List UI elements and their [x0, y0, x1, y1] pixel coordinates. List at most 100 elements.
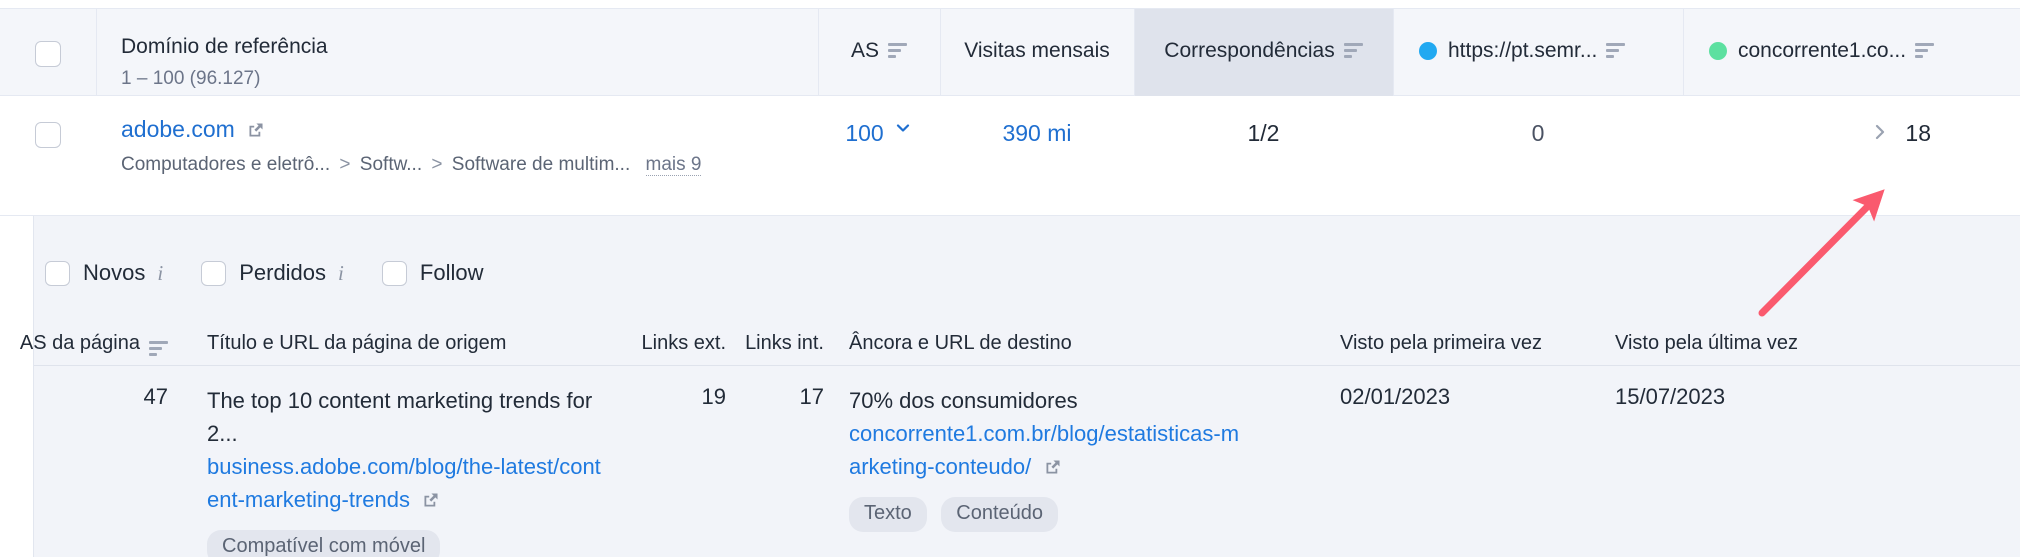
column-header-monthly-visits[interactable]: Visitas mensais — [940, 9, 1134, 97]
competitor-1-value[interactable]: 18 — [1905, 120, 1931, 147]
filter-perdidos[interactable]: Perdidos i — [201, 260, 344, 286]
subcolumn-header-page-as[interactable]: AS da página — [20, 332, 186, 356]
subcolumn-header-int-links: Links int. — [726, 332, 824, 355]
filter-bar: Novos i Perdidos i Follow — [45, 260, 521, 286]
source-page-url[interactable]: business.adobe.com/blog/the-latest/conte… — [207, 454, 601, 512]
column-header-as-label: AS — [850, 39, 879, 62]
first-seen-value: 02/01/2023 — [1340, 384, 1451, 409]
subcolumn-header-first-seen: Visto pela primeira vez — [1244, 332, 1574, 355]
domain-link-wrap[interactable]: adobe.com — [121, 116, 265, 142]
source-page-tags: Compatível com móvel — [207, 530, 608, 557]
filter-follow-checkbox[interactable] — [381, 260, 407, 286]
chevron-right-icon[interactable] — [1871, 121, 1889, 148]
column-header-matches-label: Correspondências — [1164, 39, 1335, 62]
source-page-url-wrap[interactable]: business.adobe.com/blog/the-latest/conte… — [207, 450, 608, 516]
breadcrumb-item-1: Softw... — [359, 154, 423, 175]
source-page-title: The top 10 content marketing trends for … — [207, 388, 593, 446]
subcolumn-header-ext-links-label: Links ext. — [641, 332, 726, 354]
cell-source-page: The top 10 content marketing trends for … — [186, 384, 608, 557]
table-row[interactable]: adobe.com Computadores e eletrô... > Sof… — [0, 96, 2020, 216]
select-all-cell — [0, 9, 96, 97]
monthly-visits-value[interactable]: 390 mi — [1002, 120, 1071, 147]
filter-novos[interactable]: Novos i — [45, 260, 163, 286]
filter-follow[interactable]: Follow — [381, 260, 484, 286]
column-header-competitor-self[interactable]: https://pt.semr... — [1393, 9, 1683, 97]
cell-as[interactable]: 100 — [818, 96, 940, 216]
filter-follow-label: Follow — [419, 260, 484, 285]
select-all-checkbox[interactable] — [35, 41, 61, 67]
last-seen-value: 15/07/2023 — [1615, 384, 1726, 409]
breadcrumb-item-2: Software de multim... — [451, 154, 631, 175]
backlinks-table-screen: Domínio de referência 1 – 100 (96.127) A… — [0, 0, 2020, 557]
table-row: 47 The top 10 content marketing trends f… — [34, 366, 2020, 557]
domain-range-count: 1 – 100 (96.127) — [121, 68, 261, 89]
cell-monthly-visits[interactable]: 390 mi — [940, 96, 1134, 216]
dest-url-wrap[interactable]: concorrente1.com.br/blog/estatisticas-ma… — [849, 417, 1244, 483]
subcolumn-header-ext-links: Links ext. — [608, 332, 726, 355]
tag-mobile-friendly: Compatível com móvel — [207, 530, 441, 557]
cell-page-as: 47 — [34, 384, 186, 410]
expanded-backlinks-panel: Novos i Perdidos i Follow AS da página T… — [0, 216, 2020, 557]
sort-icon[interactable] — [1606, 43, 1626, 58]
column-header-competitor-self-label: https://pt.semr... — [1448, 39, 1598, 62]
competitor-self-value: 0 — [1531, 120, 1545, 146]
breadcrumb: Computadores e eletrô... > Softw... > So… — [121, 154, 702, 176]
tag-conteudo: Conteúdo — [941, 497, 1059, 532]
subcolumn-header-anchor: Âncora e URL de destino — [824, 332, 1244, 355]
filter-perdidos-checkbox[interactable] — [201, 260, 227, 286]
series-dot-icon — [1419, 42, 1437, 60]
sort-icon[interactable] — [149, 340, 168, 356]
column-header-competitor-1-label: concorrente1.co... — [1738, 39, 1907, 62]
subcolumn-header-int-links-label: Links int. — [745, 332, 824, 354]
subcolumn-header-first-seen-label: Visto pela primeira vez — [1340, 332, 1542, 354]
sort-icon[interactable] — [1915, 43, 1935, 58]
info-icon[interactable]: i — [157, 261, 163, 286]
cell-first-seen: 02/01/2023 — [1244, 384, 1574, 410]
sort-icon[interactable] — [888, 43, 907, 58]
subcolumn-header-last-seen-label: Visto pela última vez — [1615, 332, 1799, 354]
external-link-icon[interactable] — [422, 491, 440, 509]
page-as-value: 47 — [143, 384, 168, 409]
cell-anchor-dest: 70% dos consumidores concorrente1.com.br… — [824, 384, 1244, 532]
breadcrumb-more-link[interactable]: mais 9 — [645, 154, 702, 176]
row-checkbox[interactable] — [35, 122, 61, 148]
backlinks-subtable: AS da página Título e URL da página de o… — [20, 322, 2020, 557]
int-links-value: 17 — [799, 384, 824, 409]
filter-perdidos-label: Perdidos — [239, 260, 327, 285]
column-header-domain-label: Domínio de referência — [121, 35, 328, 58]
chevron-down-icon[interactable] — [893, 118, 913, 143]
anchor-tags: Texto Conteúdo — [849, 497, 1244, 532]
row-select-cell — [0, 96, 96, 216]
column-header-matches[interactable]: Correspondências — [1134, 9, 1393, 97]
cell-ext-links: 19 — [608, 384, 726, 410]
subcolumn-header-source: Título e URL da página de origem — [186, 332, 608, 355]
as-value[interactable]: 100 — [845, 120, 883, 147]
info-icon[interactable]: i — [338, 261, 344, 286]
domain-cell: adobe.com Computadores e eletrô... > Sof… — [96, 96, 818, 216]
breadcrumb-separator: > — [339, 154, 351, 175]
filter-novos-checkbox[interactable] — [45, 260, 70, 286]
subcolumn-header-anchor-label: Âncora e URL de destino — [849, 332, 1072, 354]
tag-texto: Texto — [849, 497, 927, 532]
cell-last-seen: 15/07/2023 — [1574, 384, 1884, 410]
main-table-header: Domínio de referência 1 – 100 (96.127) A… — [0, 8, 2020, 97]
cell-competitor-1[interactable]: 18 — [1683, 96, 1967, 216]
matches-value: 1/2 — [1247, 120, 1280, 146]
subtable-header: AS da página Título e URL da página de o… — [20, 322, 2020, 366]
subcolumn-header-source-label: Título e URL da página de origem — [207, 332, 507, 354]
domain-link[interactable]: adobe.com — [121, 116, 235, 142]
column-header-competitor-1[interactable]: concorrente1.co... — [1683, 9, 1967, 97]
sort-icon[interactable] — [1343, 43, 1363, 58]
subcolumn-header-page-as-label: AS da página — [19, 332, 140, 354]
series-dot-icon — [1709, 42, 1727, 60]
column-header-as[interactable]: AS — [818, 9, 940, 97]
ext-links-value: 19 — [701, 384, 726, 409]
cell-int-links: 17 — [726, 384, 824, 410]
column-header-monthly-visits-label: Visitas mensais — [964, 39, 1110, 62]
external-link-icon[interactable] — [1044, 458, 1062, 476]
anchor-text: 70% dos consumidores — [849, 388, 1078, 413]
panel-inner: Novos i Perdidos i Follow AS da página T… — [20, 216, 2020, 557]
subcolumn-header-last-seen: Visto pela última vez — [1574, 332, 1884, 355]
breadcrumb-item-0: Computadores e eletrô... — [121, 154, 331, 175]
external-link-icon[interactable] — [247, 121, 265, 139]
